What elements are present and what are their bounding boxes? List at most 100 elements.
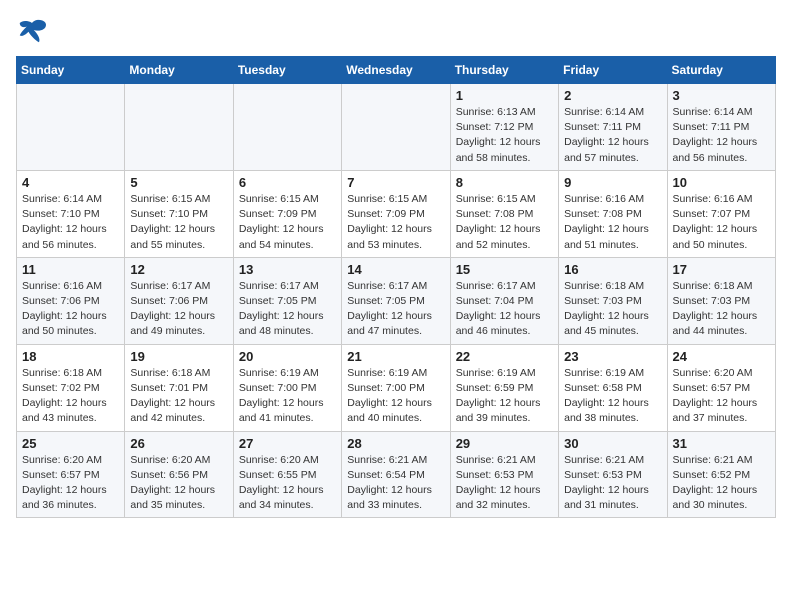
day-info: Sunrise: 6:21 AM Sunset: 6:53 PM Dayligh…: [564, 453, 661, 514]
day-info: Sunrise: 6:17 AM Sunset: 7:06 PM Dayligh…: [130, 279, 227, 340]
day-info: Sunrise: 6:20 AM Sunset: 6:57 PM Dayligh…: [22, 453, 119, 514]
day-number: 24: [673, 349, 770, 364]
calendar-cell: 12 Sunrise: 6:17 AM Sunset: 7:06 PM Dayli…: [125, 257, 233, 344]
calendar-cell: 13 Sunrise: 6:17 AM Sunset: 7:05 PM Dayli…: [233, 257, 341, 344]
day-info: Sunrise: 6:14 AM Sunset: 7:10 PM Dayligh…: [22, 192, 119, 253]
calendar-cell: 24 Sunrise: 6:20 AM Sunset: 6:57 PM Dayli…: [667, 344, 775, 431]
logo: [16, 16, 52, 44]
day-number: 7: [347, 175, 444, 190]
day-info: Sunrise: 6:20 AM Sunset: 6:57 PM Dayligh…: [673, 366, 770, 427]
calendar-cell: [125, 84, 233, 171]
day-info: Sunrise: 6:18 AM Sunset: 7:03 PM Dayligh…: [564, 279, 661, 340]
day-number: 31: [673, 436, 770, 451]
calendar-week-row: 25 Sunrise: 6:20 AM Sunset: 6:57 PM Dayli…: [17, 431, 776, 518]
day-header-tuesday: Tuesday: [233, 57, 341, 84]
calendar-table: SundayMondayTuesdayWednesdayThursdayFrid…: [16, 56, 776, 518]
day-info: Sunrise: 6:16 AM Sunset: 7:08 PM Dayligh…: [564, 192, 661, 253]
calendar-cell: 29 Sunrise: 6:21 AM Sunset: 6:53 PM Dayli…: [450, 431, 558, 518]
day-info: Sunrise: 6:17 AM Sunset: 7:04 PM Dayligh…: [456, 279, 553, 340]
day-info: Sunrise: 6:21 AM Sunset: 6:54 PM Dayligh…: [347, 453, 444, 514]
calendar-cell: [233, 84, 341, 171]
day-number: 28: [347, 436, 444, 451]
day-info: Sunrise: 6:15 AM Sunset: 7:09 PM Dayligh…: [239, 192, 336, 253]
day-number: 14: [347, 262, 444, 277]
calendar-week-row: 18 Sunrise: 6:18 AM Sunset: 7:02 PM Dayli…: [17, 344, 776, 431]
day-info: Sunrise: 6:19 AM Sunset: 7:00 PM Dayligh…: [239, 366, 336, 427]
day-number: 26: [130, 436, 227, 451]
calendar-cell: 5 Sunrise: 6:15 AM Sunset: 7:10 PM Daylig…: [125, 170, 233, 257]
day-info: Sunrise: 6:18 AM Sunset: 7:03 PM Dayligh…: [673, 279, 770, 340]
day-header-saturday: Saturday: [667, 57, 775, 84]
day-info: Sunrise: 6:19 AM Sunset: 6:59 PM Dayligh…: [456, 366, 553, 427]
day-info: Sunrise: 6:13 AM Sunset: 7:12 PM Dayligh…: [456, 105, 553, 166]
calendar-cell: 6Sunrise: 6:15 AM Sunset: 7:09 PM Daylig…: [233, 170, 341, 257]
day-number: 25: [22, 436, 119, 451]
day-info: Sunrise: 6:21 AM Sunset: 6:52 PM Dayligh…: [673, 453, 770, 514]
day-header-friday: Friday: [559, 57, 667, 84]
day-number: 19: [130, 349, 227, 364]
calendar-cell: 16Sunrise: 6:18 AM Sunset: 7:03 PM Dayli…: [559, 257, 667, 344]
day-info: Sunrise: 6:17 AM Sunset: 7:05 PM Dayligh…: [347, 279, 444, 340]
day-info: Sunrise: 6:18 AM Sunset: 7:02 PM Dayligh…: [22, 366, 119, 427]
day-number: 2: [564, 88, 661, 103]
calendar-cell: 14 Sunrise: 6:17 AM Sunset: 7:05 PM Dayli…: [342, 257, 450, 344]
day-number: 12: [130, 262, 227, 277]
calendar-cell: 26 Sunrise: 6:20 AM Sunset: 6:56 PM Dayli…: [125, 431, 233, 518]
day-number: 3: [673, 88, 770, 103]
day-header-thursday: Thursday: [450, 57, 558, 84]
calendar-cell: 18 Sunrise: 6:18 AM Sunset: 7:02 PM Dayli…: [17, 344, 125, 431]
day-info: Sunrise: 6:20 AM Sunset: 6:56 PM Dayligh…: [130, 453, 227, 514]
calendar-cell: [342, 84, 450, 171]
day-info: Sunrise: 6:18 AM Sunset: 7:01 PM Dayligh…: [130, 366, 227, 427]
day-number: 18: [22, 349, 119, 364]
day-number: 10: [673, 175, 770, 190]
day-number: 13: [239, 262, 336, 277]
calendar-cell: 8Sunrise: 6:15 AM Sunset: 7:08 PM Daylig…: [450, 170, 558, 257]
day-info: Sunrise: 6:15 AM Sunset: 7:08 PM Dayligh…: [456, 192, 553, 253]
day-number: 9: [564, 175, 661, 190]
day-number: 21: [347, 349, 444, 364]
calendar-cell: 22 Sunrise: 6:19 AM Sunset: 6:59 PM Dayli…: [450, 344, 558, 431]
day-info: Sunrise: 6:19 AM Sunset: 7:00 PM Dayligh…: [347, 366, 444, 427]
day-info: Sunrise: 6:19 AM Sunset: 6:58 PM Dayligh…: [564, 366, 661, 427]
calendar-cell: 27Sunrise: 6:20 AM Sunset: 6:55 PM Dayli…: [233, 431, 341, 518]
calendar-cell: 4Sunrise: 6:14 AM Sunset: 7:10 PM Daylig…: [17, 170, 125, 257]
day-info: Sunrise: 6:15 AM Sunset: 7:09 PM Dayligh…: [347, 192, 444, 253]
day-info: Sunrise: 6:21 AM Sunset: 6:53 PM Dayligh…: [456, 453, 553, 514]
calendar-cell: 11 Sunrise: 6:16 AM Sunset: 7:06 PM Dayli…: [17, 257, 125, 344]
calendar-cell: 31 Sunrise: 6:21 AM Sunset: 6:52 PM Dayli…: [667, 431, 775, 518]
calendar-week-row: 11 Sunrise: 6:16 AM Sunset: 7:06 PM Dayli…: [17, 257, 776, 344]
day-info: Sunrise: 6:16 AM Sunset: 7:06 PM Dayligh…: [22, 279, 119, 340]
calendar-cell: 25 Sunrise: 6:20 AM Sunset: 6:57 PM Dayli…: [17, 431, 125, 518]
day-number: 20: [239, 349, 336, 364]
day-header-monday: Monday: [125, 57, 233, 84]
day-info: Sunrise: 6:17 AM Sunset: 7:05 PM Dayligh…: [239, 279, 336, 340]
calendar-cell: 17 Sunrise: 6:18 AM Sunset: 7:03 PM Dayli…: [667, 257, 775, 344]
calendar-cell: 23Sunrise: 6:19 AM Sunset: 6:58 PM Dayli…: [559, 344, 667, 431]
calendar-cell: 1 Sunrise: 6:13 AM Sunset: 7:12 PM Daylig…: [450, 84, 558, 171]
day-number: 27: [239, 436, 336, 451]
calendar-week-row: 4Sunrise: 6:14 AM Sunset: 7:10 PM Daylig…: [17, 170, 776, 257]
calendar-cell: 28 Sunrise: 6:21 AM Sunset: 6:54 PM Dayli…: [342, 431, 450, 518]
day-number: 30: [564, 436, 661, 451]
day-number: 22: [456, 349, 553, 364]
calendar-cell: 15Sunrise: 6:17 AM Sunset: 7:04 PM Dayli…: [450, 257, 558, 344]
day-number: 29: [456, 436, 553, 451]
calendar-cell: 9 Sunrise: 6:16 AM Sunset: 7:08 PM Daylig…: [559, 170, 667, 257]
day-info: Sunrise: 6:15 AM Sunset: 7:10 PM Dayligh…: [130, 192, 227, 253]
calendar-cell: 30 Sunrise: 6:21 AM Sunset: 6:53 PM Dayli…: [559, 431, 667, 518]
calendar-cell: 20 Sunrise: 6:19 AM Sunset: 7:00 PM Dayli…: [233, 344, 341, 431]
day-number: 11: [22, 262, 119, 277]
day-info: Sunrise: 6:14 AM Sunset: 7:11 PM Dayligh…: [673, 105, 770, 166]
calendar-cell: 2 Sunrise: 6:14 AM Sunset: 7:11 PM Daylig…: [559, 84, 667, 171]
calendar-week-row: 1 Sunrise: 6:13 AM Sunset: 7:12 PM Daylig…: [17, 84, 776, 171]
calendar-cell: [17, 84, 125, 171]
day-info: Sunrise: 6:16 AM Sunset: 7:07 PM Dayligh…: [673, 192, 770, 253]
calendar-cell: 7 Sunrise: 6:15 AM Sunset: 7:09 PM Daylig…: [342, 170, 450, 257]
day-number: 5: [130, 175, 227, 190]
day-number: 17: [673, 262, 770, 277]
day-info: Sunrise: 6:14 AM Sunset: 7:11 PM Dayligh…: [564, 105, 661, 166]
day-number: 1: [456, 88, 553, 103]
calendar-cell: 21 Sunrise: 6:19 AM Sunset: 7:00 PM Dayli…: [342, 344, 450, 431]
calendar-cell: 19 Sunrise: 6:18 AM Sunset: 7:01 PM Dayli…: [125, 344, 233, 431]
